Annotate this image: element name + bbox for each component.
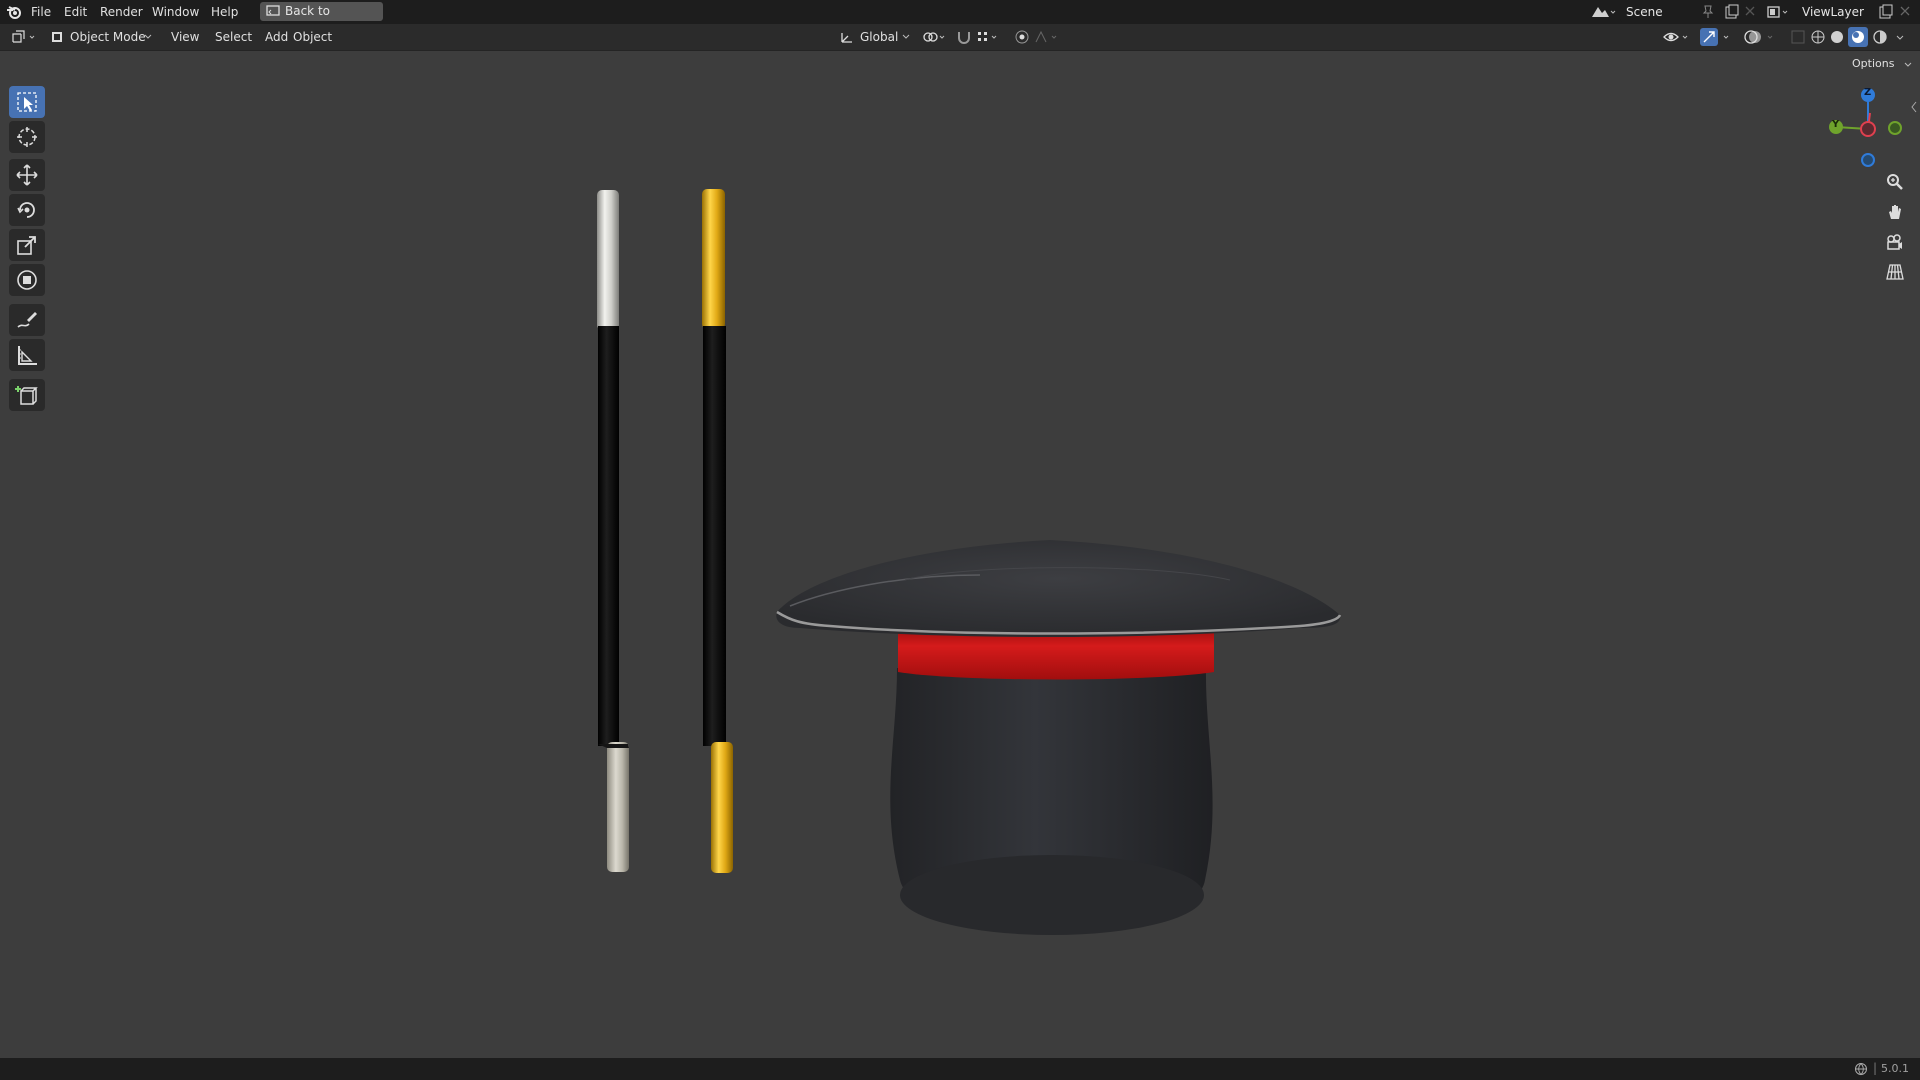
tool-move[interactable] (9, 159, 45, 191)
pivot-point-icon[interactable] (922, 29, 950, 45)
top-hat[interactable] (776, 540, 1342, 935)
editor-type-icon[interactable] (10, 29, 40, 45)
gizmo-neg-y-axis (1888, 121, 1902, 135)
camera-icon (1887, 234, 1902, 250)
tool-cursor[interactable] (9, 121, 45, 153)
view-layer-name-field[interactable]: ViewLayer (1796, 2, 1886, 22)
object-mode-dropdown[interactable]: Object Mode (48, 27, 156, 47)
transform-orientation-dropdown[interactable]: Global (838, 27, 914, 47)
visibility-icon[interactable] (1663, 29, 1693, 45)
shading-solid-icon[interactable] (1829, 29, 1845, 45)
tool-transform[interactable] (9, 264, 45, 296)
camera-view-button[interactable] (1882, 229, 1908, 255)
close-scene-icon[interactable] (1745, 6, 1755, 16)
back-to-previous-button[interactable]: Back to Previous (260, 2, 383, 37)
object-mode-icon (50, 30, 64, 44)
tool-select-box[interactable] (9, 86, 45, 118)
close-view-layer-icon[interactable] (1900, 6, 1910, 16)
snap-target-icon[interactable] (976, 29, 1002, 45)
menu-select[interactable]: Select (209, 29, 258, 45)
status-bar: | 5.0.1 (0, 1058, 1920, 1080)
overlays-icon[interactable] (1744, 28, 1780, 46)
scene-name-label: Scene (1626, 5, 1663, 19)
cursor-icon (17, 127, 37, 147)
shading-rendered-icon[interactable] (1872, 29, 1888, 45)
3d-viewport[interactable]: Z Y Options (0, 51, 1920, 1058)
new-scene-icon[interactable] (1724, 4, 1740, 20)
tool-scale[interactable] (9, 229, 45, 261)
gizmo-z-label: Z (1864, 87, 1872, 98)
zoom-icon (1887, 174, 1903, 190)
view-layer-icon[interactable] (1766, 4, 1792, 20)
rotate-icon (17, 202, 35, 218)
proportional-editing-icon[interactable] (1014, 29, 1030, 45)
version-label: 5.0.1 (1881, 1062, 1909, 1075)
scale-icon (17, 236, 36, 255)
add-cube-icon (15, 386, 38, 405)
chevron-down-icon (1904, 62, 1912, 68)
menu-window[interactable]: Window (146, 4, 205, 20)
tool-annotate[interactable] (9, 304, 45, 336)
gizmo-toggle-icon[interactable] (1700, 28, 1736, 46)
tool-rotate[interactable] (9, 194, 45, 226)
xray-toggle-icon[interactable] (1790, 29, 1806, 45)
gold-wand[interactable] (702, 189, 733, 873)
menu-object[interactable]: Object (287, 29, 338, 45)
chevron-down-icon (902, 34, 910, 40)
object-mode-label: Object Mode (70, 30, 146, 44)
move-icon (16, 164, 38, 186)
shading-material-icon[interactable] (1848, 27, 1868, 47)
pan-button[interactable] (1882, 199, 1908, 225)
blender-logo-icon[interactable] (6, 4, 22, 20)
sidebar-toggle-icon[interactable] (1910, 101, 1918, 113)
new-view-layer-icon[interactable] (1878, 4, 1894, 20)
top-bar: File Edit Render Window Help Back to Pre… (0, 0, 1920, 37)
grid-icon (1886, 264, 1904, 280)
scene-icon[interactable] (1590, 4, 1616, 20)
menu-edit[interactable]: Edit (58, 4, 93, 20)
screen-icon (266, 5, 280, 18)
pin-icon[interactable] (1702, 5, 1714, 19)
shading-wireframe-icon[interactable] (1810, 29, 1826, 45)
zoom-button[interactable] (1882, 169, 1908, 195)
gizmo-x-axis (1860, 121, 1876, 137)
view-layer-name-label: ViewLayer (1802, 5, 1864, 19)
select-box-icon (17, 92, 37, 112)
options-dropdown[interactable]: Options (1844, 55, 1914, 73)
viewport-header: Object Mode View Select Add Object Globa… (0, 24, 1920, 51)
scene-name-field[interactable]: Scene (1620, 2, 1720, 22)
navigation-gizmo[interactable]: Z Y (1826, 81, 1906, 181)
network-icon[interactable] (1854, 1062, 1868, 1076)
menu-view[interactable]: View (165, 29, 205, 45)
measure-icon (18, 346, 37, 365)
orientation-icon (840, 30, 854, 44)
transform-icon (17, 270, 37, 290)
menu-help[interactable]: Help (205, 4, 244, 20)
gizmo-y-label: Y (1832, 119, 1840, 130)
shading-options-chevron-icon[interactable] (1896, 35, 1904, 41)
chevron-down-icon (144, 34, 152, 40)
tool-add-cube[interactable] (9, 379, 45, 411)
status-divider: | (1873, 1061, 1878, 1075)
snap-toggle-icon[interactable] (956, 29, 972, 45)
hand-icon (1889, 205, 1901, 219)
menu-render[interactable]: Render (94, 4, 149, 20)
tool-measure[interactable] (9, 339, 45, 371)
annotate-icon (17, 312, 37, 328)
orientation-label: Global (860, 30, 899, 44)
gizmo-neg-z-axis (1861, 153, 1875, 167)
menu-file[interactable]: File (25, 4, 57, 20)
options-label: Options (1852, 57, 1895, 70)
perspective-toggle-button[interactable] (1882, 259, 1908, 285)
silver-wand[interactable] (597, 190, 629, 872)
falloff-icon[interactable] (1034, 29, 1062, 45)
